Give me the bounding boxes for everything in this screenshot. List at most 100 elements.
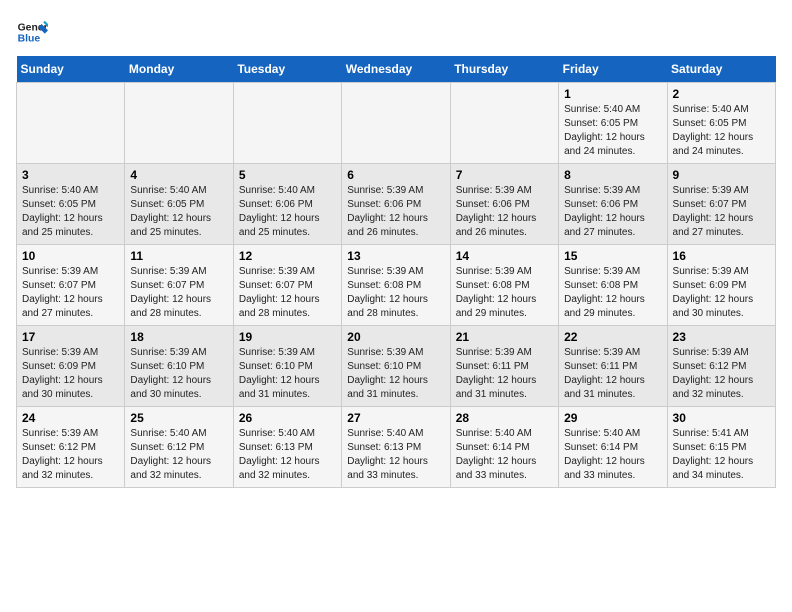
day-cell <box>17 83 125 164</box>
day-info: Sunrise: 5:39 AM Sunset: 6:11 PM Dayligh… <box>564 346 661 402</box>
day-number: 25 <box>130 411 227 425</box>
day-info: Sunrise: 5:39 AM Sunset: 6:06 PM Dayligh… <box>347 184 444 240</box>
day-info: Sunrise: 5:39 AM Sunset: 6:12 PM Dayligh… <box>673 346 770 402</box>
week-row-1: 1 Sunrise: 5:40 AM Sunset: 6:05 PM Daylig… <box>17 83 776 164</box>
svg-text:Blue: Blue <box>18 34 41 45</box>
week-row-2: 3Sunrise: 5:40 AM Sunset: 6:05 PM Daylig… <box>17 164 776 245</box>
week-row-4: 17 Sunrise: 5:39 AM Sunset: 6:09 PM Dayli… <box>17 326 776 407</box>
day-info: Sunrise: 5:39 AM Sunset: 6:07 PM Dayligh… <box>673 184 770 240</box>
day-cell: 27 Sunrise: 5:40 AM Sunset: 6:13 PM Dayli… <box>342 407 450 488</box>
day-number: 26 <box>239 411 336 425</box>
day-number: 6 <box>347 168 444 182</box>
day-info: Sunrise: 5:40 AM Sunset: 6:12 PM Dayligh… <box>130 427 227 483</box>
day-number: 7 <box>456 168 553 182</box>
day-info: Sunrise: 5:39 AM Sunset: 6:10 PM Dayligh… <box>347 346 444 402</box>
day-info: Sunrise: 5:39 AM Sunset: 6:08 PM Dayligh… <box>564 265 661 321</box>
day-cell: 30Sunrise: 5:41 AM Sunset: 6:15 PM Dayli… <box>667 407 775 488</box>
day-cell: 16 Sunrise: 5:39 AM Sunset: 6:09 PM Dayli… <box>667 245 775 326</box>
day-cell: 8 Sunrise: 5:39 AM Sunset: 6:06 PM Daylig… <box>559 164 667 245</box>
day-cell: 14 Sunrise: 5:39 AM Sunset: 6:08 PM Dayli… <box>450 245 558 326</box>
day-info: Sunrise: 5:40 AM Sunset: 6:13 PM Dayligh… <box>239 427 336 483</box>
day-number: 18 <box>130 330 227 344</box>
day-info: Sunrise: 5:39 AM Sunset: 6:11 PM Dayligh… <box>456 346 553 402</box>
day-number: 15 <box>564 249 661 263</box>
day-cell: 15 Sunrise: 5:39 AM Sunset: 6:08 PM Dayli… <box>559 245 667 326</box>
day-info: Sunrise: 5:39 AM Sunset: 6:08 PM Dayligh… <box>347 265 444 321</box>
day-cell <box>125 83 233 164</box>
day-number: 8 <box>564 168 661 182</box>
day-number: 29 <box>564 411 661 425</box>
day-number: 24 <box>22 411 119 425</box>
day-number: 22 <box>564 330 661 344</box>
day-cell: 19Sunrise: 5:39 AM Sunset: 6:10 PM Dayli… <box>233 326 341 407</box>
weekday-header-row: SundayMondayTuesdayWednesdayThursdayFrid… <box>17 56 776 83</box>
weekday-header-friday: Friday <box>559 56 667 83</box>
day-cell: 2 Sunrise: 5:40 AM Sunset: 6:05 PM Daylig… <box>667 83 775 164</box>
day-cell: 12 Sunrise: 5:39 AM Sunset: 6:07 PM Dayli… <box>233 245 341 326</box>
day-info: Sunrise: 5:40 AM Sunset: 6:05 PM Dayligh… <box>22 184 119 240</box>
day-number: 23 <box>673 330 770 344</box>
day-number: 4 <box>130 168 227 182</box>
day-cell: 21 Sunrise: 5:39 AM Sunset: 6:11 PM Dayli… <box>450 326 558 407</box>
day-number: 21 <box>456 330 553 344</box>
day-cell: 3Sunrise: 5:40 AM Sunset: 6:05 PM Daylig… <box>17 164 125 245</box>
logo-icon: General Blue <box>16 16 48 48</box>
day-info: Sunrise: 5:40 AM Sunset: 6:06 PM Dayligh… <box>239 184 336 240</box>
day-info: Sunrise: 5:39 AM Sunset: 6:07 PM Dayligh… <box>22 265 119 321</box>
day-number: 1 <box>564 87 661 101</box>
calendar-table: SundayMondayTuesdayWednesdayThursdayFrid… <box>16 56 776 488</box>
day-cell <box>450 83 558 164</box>
day-number: 2 <box>673 87 770 101</box>
day-info: Sunrise: 5:40 AM Sunset: 6:13 PM Dayligh… <box>347 427 444 483</box>
day-cell: 18Sunrise: 5:39 AM Sunset: 6:10 PM Dayli… <box>125 326 233 407</box>
day-cell: 25 Sunrise: 5:40 AM Sunset: 6:12 PM Dayli… <box>125 407 233 488</box>
day-number: 28 <box>456 411 553 425</box>
week-row-5: 24 Sunrise: 5:39 AM Sunset: 6:12 PM Dayli… <box>17 407 776 488</box>
weekday-header-tuesday: Tuesday <box>233 56 341 83</box>
day-number: 5 <box>239 168 336 182</box>
day-cell: 13 Sunrise: 5:39 AM Sunset: 6:08 PM Dayli… <box>342 245 450 326</box>
day-cell: 17 Sunrise: 5:39 AM Sunset: 6:09 PM Dayli… <box>17 326 125 407</box>
day-cell <box>342 83 450 164</box>
weekday-header-thursday: Thursday <box>450 56 558 83</box>
day-cell: 7 Sunrise: 5:39 AM Sunset: 6:06 PM Daylig… <box>450 164 558 245</box>
weekday-header-monday: Monday <box>125 56 233 83</box>
week-row-3: 10Sunrise: 5:39 AM Sunset: 6:07 PM Dayli… <box>17 245 776 326</box>
day-info: Sunrise: 5:40 AM Sunset: 6:14 PM Dayligh… <box>456 427 553 483</box>
day-number: 30 <box>673 411 770 425</box>
header: General Blue <box>16 16 776 48</box>
day-cell: 24 Sunrise: 5:39 AM Sunset: 6:12 PM Dayli… <box>17 407 125 488</box>
day-info: Sunrise: 5:39 AM Sunset: 6:06 PM Dayligh… <box>564 184 661 240</box>
day-number: 14 <box>456 249 553 263</box>
day-cell: 20 Sunrise: 5:39 AM Sunset: 6:10 PM Dayli… <box>342 326 450 407</box>
day-info: Sunrise: 5:39 AM Sunset: 6:09 PM Dayligh… <box>22 346 119 402</box>
day-info: Sunrise: 5:39 AM Sunset: 6:09 PM Dayligh… <box>673 265 770 321</box>
day-info: Sunrise: 5:39 AM Sunset: 6:10 PM Dayligh… <box>239 346 336 402</box>
day-cell: 10Sunrise: 5:39 AM Sunset: 6:07 PM Dayli… <box>17 245 125 326</box>
day-cell: 22 Sunrise: 5:39 AM Sunset: 6:11 PM Dayli… <box>559 326 667 407</box>
day-info: Sunrise: 5:39 AM Sunset: 6:07 PM Dayligh… <box>239 265 336 321</box>
day-cell: 5 Sunrise: 5:40 AM Sunset: 6:06 PM Daylig… <box>233 164 341 245</box>
day-cell: 11Sunrise: 5:39 AM Sunset: 6:07 PM Dayli… <box>125 245 233 326</box>
day-number: 13 <box>347 249 444 263</box>
day-cell: 1Sunrise: 5:40 AM Sunset: 6:05 PM Daylig… <box>559 83 667 164</box>
day-number: 20 <box>347 330 444 344</box>
day-number: 17 <box>22 330 119 344</box>
day-info: Sunrise: 5:39 AM Sunset: 6:08 PM Dayligh… <box>456 265 553 321</box>
day-info: Sunrise: 5:39 AM Sunset: 6:06 PM Dayligh… <box>456 184 553 240</box>
day-cell: 26 Sunrise: 5:40 AM Sunset: 6:13 PM Dayli… <box>233 407 341 488</box>
day-number: 12 <box>239 249 336 263</box>
weekday-header-sunday: Sunday <box>17 56 125 83</box>
weekday-header-wednesday: Wednesday <box>342 56 450 83</box>
day-cell: 4Sunrise: 5:40 AM Sunset: 6:05 PM Daylig… <box>125 164 233 245</box>
day-cell <box>233 83 341 164</box>
day-number: 27 <box>347 411 444 425</box>
day-info: Sunrise: 5:39 AM Sunset: 6:07 PM Dayligh… <box>130 265 227 321</box>
day-cell: 28 Sunrise: 5:40 AM Sunset: 6:14 PM Dayli… <box>450 407 558 488</box>
day-number: 9 <box>673 168 770 182</box>
weekday-header-saturday: Saturday <box>667 56 775 83</box>
day-info: Sunrise: 5:39 AM Sunset: 6:12 PM Dayligh… <box>22 427 119 483</box>
day-number: 16 <box>673 249 770 263</box>
day-info: Sunrise: 5:40 AM Sunset: 6:05 PM Dayligh… <box>673 103 770 159</box>
day-cell: 29Sunrise: 5:40 AM Sunset: 6:14 PM Dayli… <box>559 407 667 488</box>
